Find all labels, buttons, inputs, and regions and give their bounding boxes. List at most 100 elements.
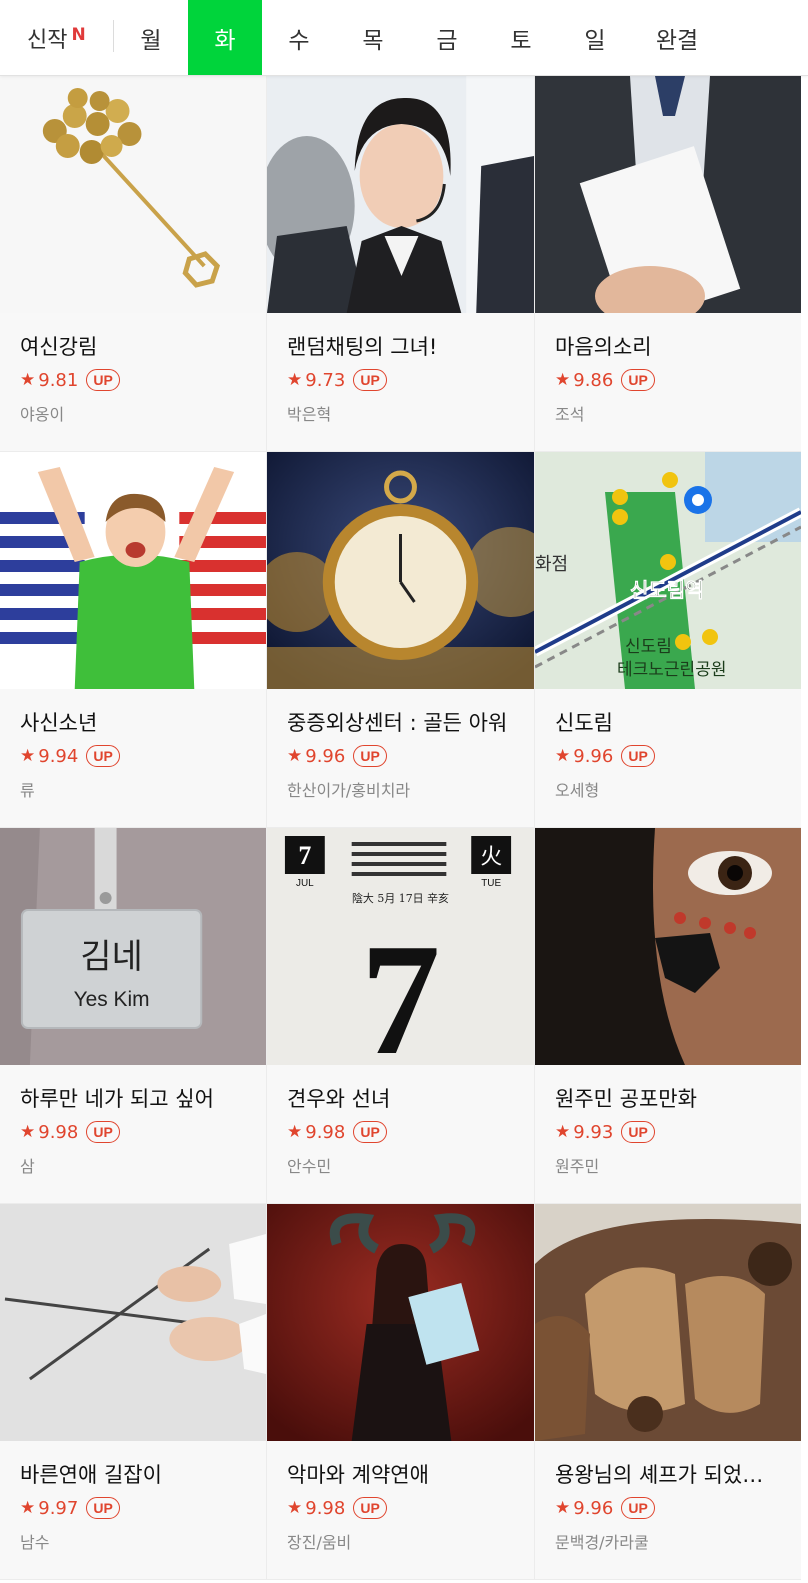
rating-row: ★ 9.98 UP bbox=[287, 1497, 534, 1519]
up-badge: UP bbox=[621, 745, 655, 767]
rating-row: ★ 9.93 UP bbox=[555, 1121, 801, 1143]
star-icon: ★ bbox=[20, 370, 36, 390]
day-tab-bar: 신작 N 월 화 수 목 금 토 일 완결 bbox=[0, 0, 808, 76]
map-label-station: 신도림역 bbox=[630, 578, 704, 602]
up-badge: UP bbox=[86, 1497, 120, 1519]
card-info: 마음의소리 ★ 9.86 UP 조석 bbox=[535, 313, 801, 451]
thumbnail-golden-pin bbox=[0, 76, 266, 313]
webtoon-title: 중증외상센터 : 골든 아워 bbox=[287, 711, 508, 735]
card-info: 신도림 ★ 9.96 UP 오세형 bbox=[535, 689, 801, 827]
card-info: 중증외상센터 : 골든 아워 ★ 9.96 UP 한산이가/홍비치라 bbox=[267, 689, 534, 827]
rating-value: 9.98 bbox=[305, 1121, 346, 1143]
webtoon-card[interactable]: 랜덤채팅의 그녀! ★ 9.73 UP 박은혁 bbox=[267, 76, 535, 452]
rating-value: 9.96 bbox=[305, 745, 346, 767]
card-info: 여신강림 ★ 9.81 UP 야옹이 bbox=[0, 313, 266, 451]
webtoon-author: 한산이가/홍비치라 bbox=[287, 781, 411, 800]
thumbnail-call-center-woman bbox=[267, 76, 534, 313]
rating-value: 9.73 bbox=[305, 369, 346, 391]
thumbnail-name-tag: 김네 Yes Kim bbox=[0, 828, 266, 1065]
rating-value: 9.81 bbox=[38, 369, 79, 391]
card-info: 바른연애 길잡이 ★ 9.97 UP 남수 bbox=[0, 1441, 266, 1579]
calendar-lunar-date: 陰大 5月 17日 辛亥 bbox=[352, 891, 449, 905]
webtoon-title: 견우와 선녀 bbox=[287, 1087, 391, 1111]
star-icon: ★ bbox=[555, 746, 571, 766]
webtoon-card[interactable]: 원주민 공포만화 ★ 9.93 UP 원주민 bbox=[535, 828, 801, 1204]
tab-sat[interactable]: 토 bbox=[484, 0, 558, 75]
webtoon-author: 류 bbox=[20, 781, 35, 800]
tab-wed[interactable]: 수 bbox=[262, 0, 336, 75]
tab-completed[interactable]: 완결 bbox=[632, 0, 722, 75]
webtoon-title: 마음의소리 bbox=[555, 335, 652, 359]
thumbnail-calendar-page: 7 JUL 火 TUE 陰大 5月 17日 辛亥 7 bbox=[267, 828, 534, 1065]
up-badge: UP bbox=[353, 1497, 387, 1519]
webtoon-card[interactable]: 바른연애 길잡이 ★ 9.97 UP 남수 bbox=[0, 1204, 267, 1580]
tab-sun[interactable]: 일 bbox=[558, 0, 632, 75]
webtoon-author: 오세형 bbox=[555, 781, 600, 800]
calendar-big-day: 7 bbox=[361, 911, 441, 1065]
thumbnail-resignation-letter bbox=[535, 76, 801, 313]
webtoon-card[interactable]: 마음의소리 ★ 9.86 UP 조석 bbox=[535, 76, 801, 452]
tab-new[interactable]: 신작 N bbox=[0, 0, 114, 75]
rating-row: ★ 9.81 UP bbox=[20, 369, 266, 391]
thumbnail-food-plate bbox=[535, 1204, 801, 1441]
thumbnail-cheering-boy bbox=[0, 452, 266, 689]
rating-value: 9.94 bbox=[38, 745, 79, 767]
star-icon: ★ bbox=[287, 1498, 303, 1518]
up-badge: UP bbox=[353, 1121, 387, 1143]
rating-row: ★ 9.86 UP bbox=[555, 369, 801, 391]
tab-tue[interactable]: 화 bbox=[188, 0, 262, 75]
webtoon-author: 조석 bbox=[555, 405, 585, 424]
webtoon-card[interactable]: 여신강림 ★ 9.81 UP 야옹이 bbox=[0, 76, 267, 452]
webtoon-card[interactable]: 화점 신도림역 신도림 테크노근린공원 신도림 ★ 9.96 UP 오세형 bbox=[535, 452, 801, 828]
up-badge: UP bbox=[353, 745, 387, 767]
tab-thu[interactable]: 목 bbox=[336, 0, 410, 75]
thumbnail-devil-woman bbox=[267, 1204, 534, 1441]
thumbnail-subway-map: 화점 신도림역 신도림 테크노근린공원 bbox=[535, 452, 801, 689]
rating-value: 9.96 bbox=[573, 1497, 614, 1519]
card-info: 하루만 네가 되고 싶어 ★ 9.98 UP 삼 bbox=[0, 1065, 266, 1203]
card-info: 랜덤채팅의 그녀! ★ 9.73 UP 박은혁 bbox=[267, 313, 534, 451]
webtoon-author: 야옹이 bbox=[20, 405, 65, 424]
rating-row: ★ 9.98 UP bbox=[287, 1121, 534, 1143]
card-info: 견우와 선녀 ★ 9.98 UP 안수민 bbox=[267, 1065, 534, 1203]
star-icon: ★ bbox=[555, 1498, 571, 1518]
webtoon-title: 신도림 bbox=[555, 711, 613, 735]
star-icon: ★ bbox=[287, 1122, 303, 1142]
rating-row: ★ 9.96 UP bbox=[555, 745, 801, 767]
rating-value: 9.98 bbox=[38, 1121, 79, 1143]
webtoon-title: 용왕님의 셰프가 되었… bbox=[555, 1463, 764, 1487]
webtoon-title: 여신강림 bbox=[20, 335, 98, 359]
name-tag-korean: 김네 bbox=[80, 938, 142, 977]
rating-value: 9.86 bbox=[573, 369, 614, 391]
webtoon-card[interactable]: 용왕님의 셰프가 되었… ★ 9.96 UP 문백경/카라쿨 bbox=[535, 1204, 801, 1580]
webtoon-author: 장진/움비 bbox=[287, 1533, 352, 1552]
webtoon-card[interactable]: 악마와 계약연애 ★ 9.98 UP 장진/움비 bbox=[267, 1204, 535, 1580]
rating-value: 9.97 bbox=[38, 1497, 79, 1519]
webtoon-card[interactable]: 중증외상센터 : 골든 아워 ★ 9.96 UP 한산이가/홍비치라 bbox=[267, 452, 535, 828]
map-label-park-2: 테크노근린공원 bbox=[617, 660, 726, 680]
webtoon-card[interactable]: 김네 Yes Kim 하루만 네가 되고 싶어 ★ 9.98 UP 삼 bbox=[0, 828, 267, 1204]
webtoon-title: 바른연애 길잡이 bbox=[20, 1463, 162, 1487]
webtoon-author: 안수민 bbox=[287, 1157, 332, 1176]
rating-row: ★ 9.94 UP bbox=[20, 745, 266, 767]
up-badge: UP bbox=[86, 1121, 120, 1143]
rating-value: 9.96 bbox=[573, 745, 614, 767]
card-info: 사신소년 ★ 9.94 UP 류 bbox=[0, 689, 266, 827]
tab-fri[interactable]: 금 bbox=[410, 0, 484, 75]
webtoon-card[interactable]: 사신소년 ★ 9.94 UP 류 bbox=[0, 452, 267, 828]
webtoon-title: 원주민 공포만화 bbox=[555, 1087, 697, 1111]
thumbnail-crossed-arrows bbox=[0, 1204, 266, 1441]
thumbnail-pocket-watch bbox=[267, 452, 534, 689]
name-tag-english: Yes Kim bbox=[74, 988, 150, 1011]
tab-mon[interactable]: 월 bbox=[114, 0, 188, 75]
webtoon-title: 사신소년 bbox=[20, 711, 98, 735]
webtoon-card[interactable]: 7 JUL 火 TUE 陰大 5月 17日 辛亥 7 견우와 선녀 ★ 9.98… bbox=[267, 828, 535, 1204]
card-info: 악마와 계약연애 ★ 9.98 UP 장진/움비 bbox=[267, 1441, 534, 1579]
up-badge: UP bbox=[621, 1497, 655, 1519]
webtoon-author: 박은혁 bbox=[287, 405, 332, 424]
webtoon-title: 하루만 네가 되고 싶어 bbox=[20, 1087, 214, 1111]
webtoon-author: 원주민 bbox=[555, 1157, 600, 1176]
webtoon-author: 삼 bbox=[20, 1157, 35, 1176]
up-badge: UP bbox=[621, 369, 655, 391]
star-icon: ★ bbox=[555, 1122, 571, 1142]
